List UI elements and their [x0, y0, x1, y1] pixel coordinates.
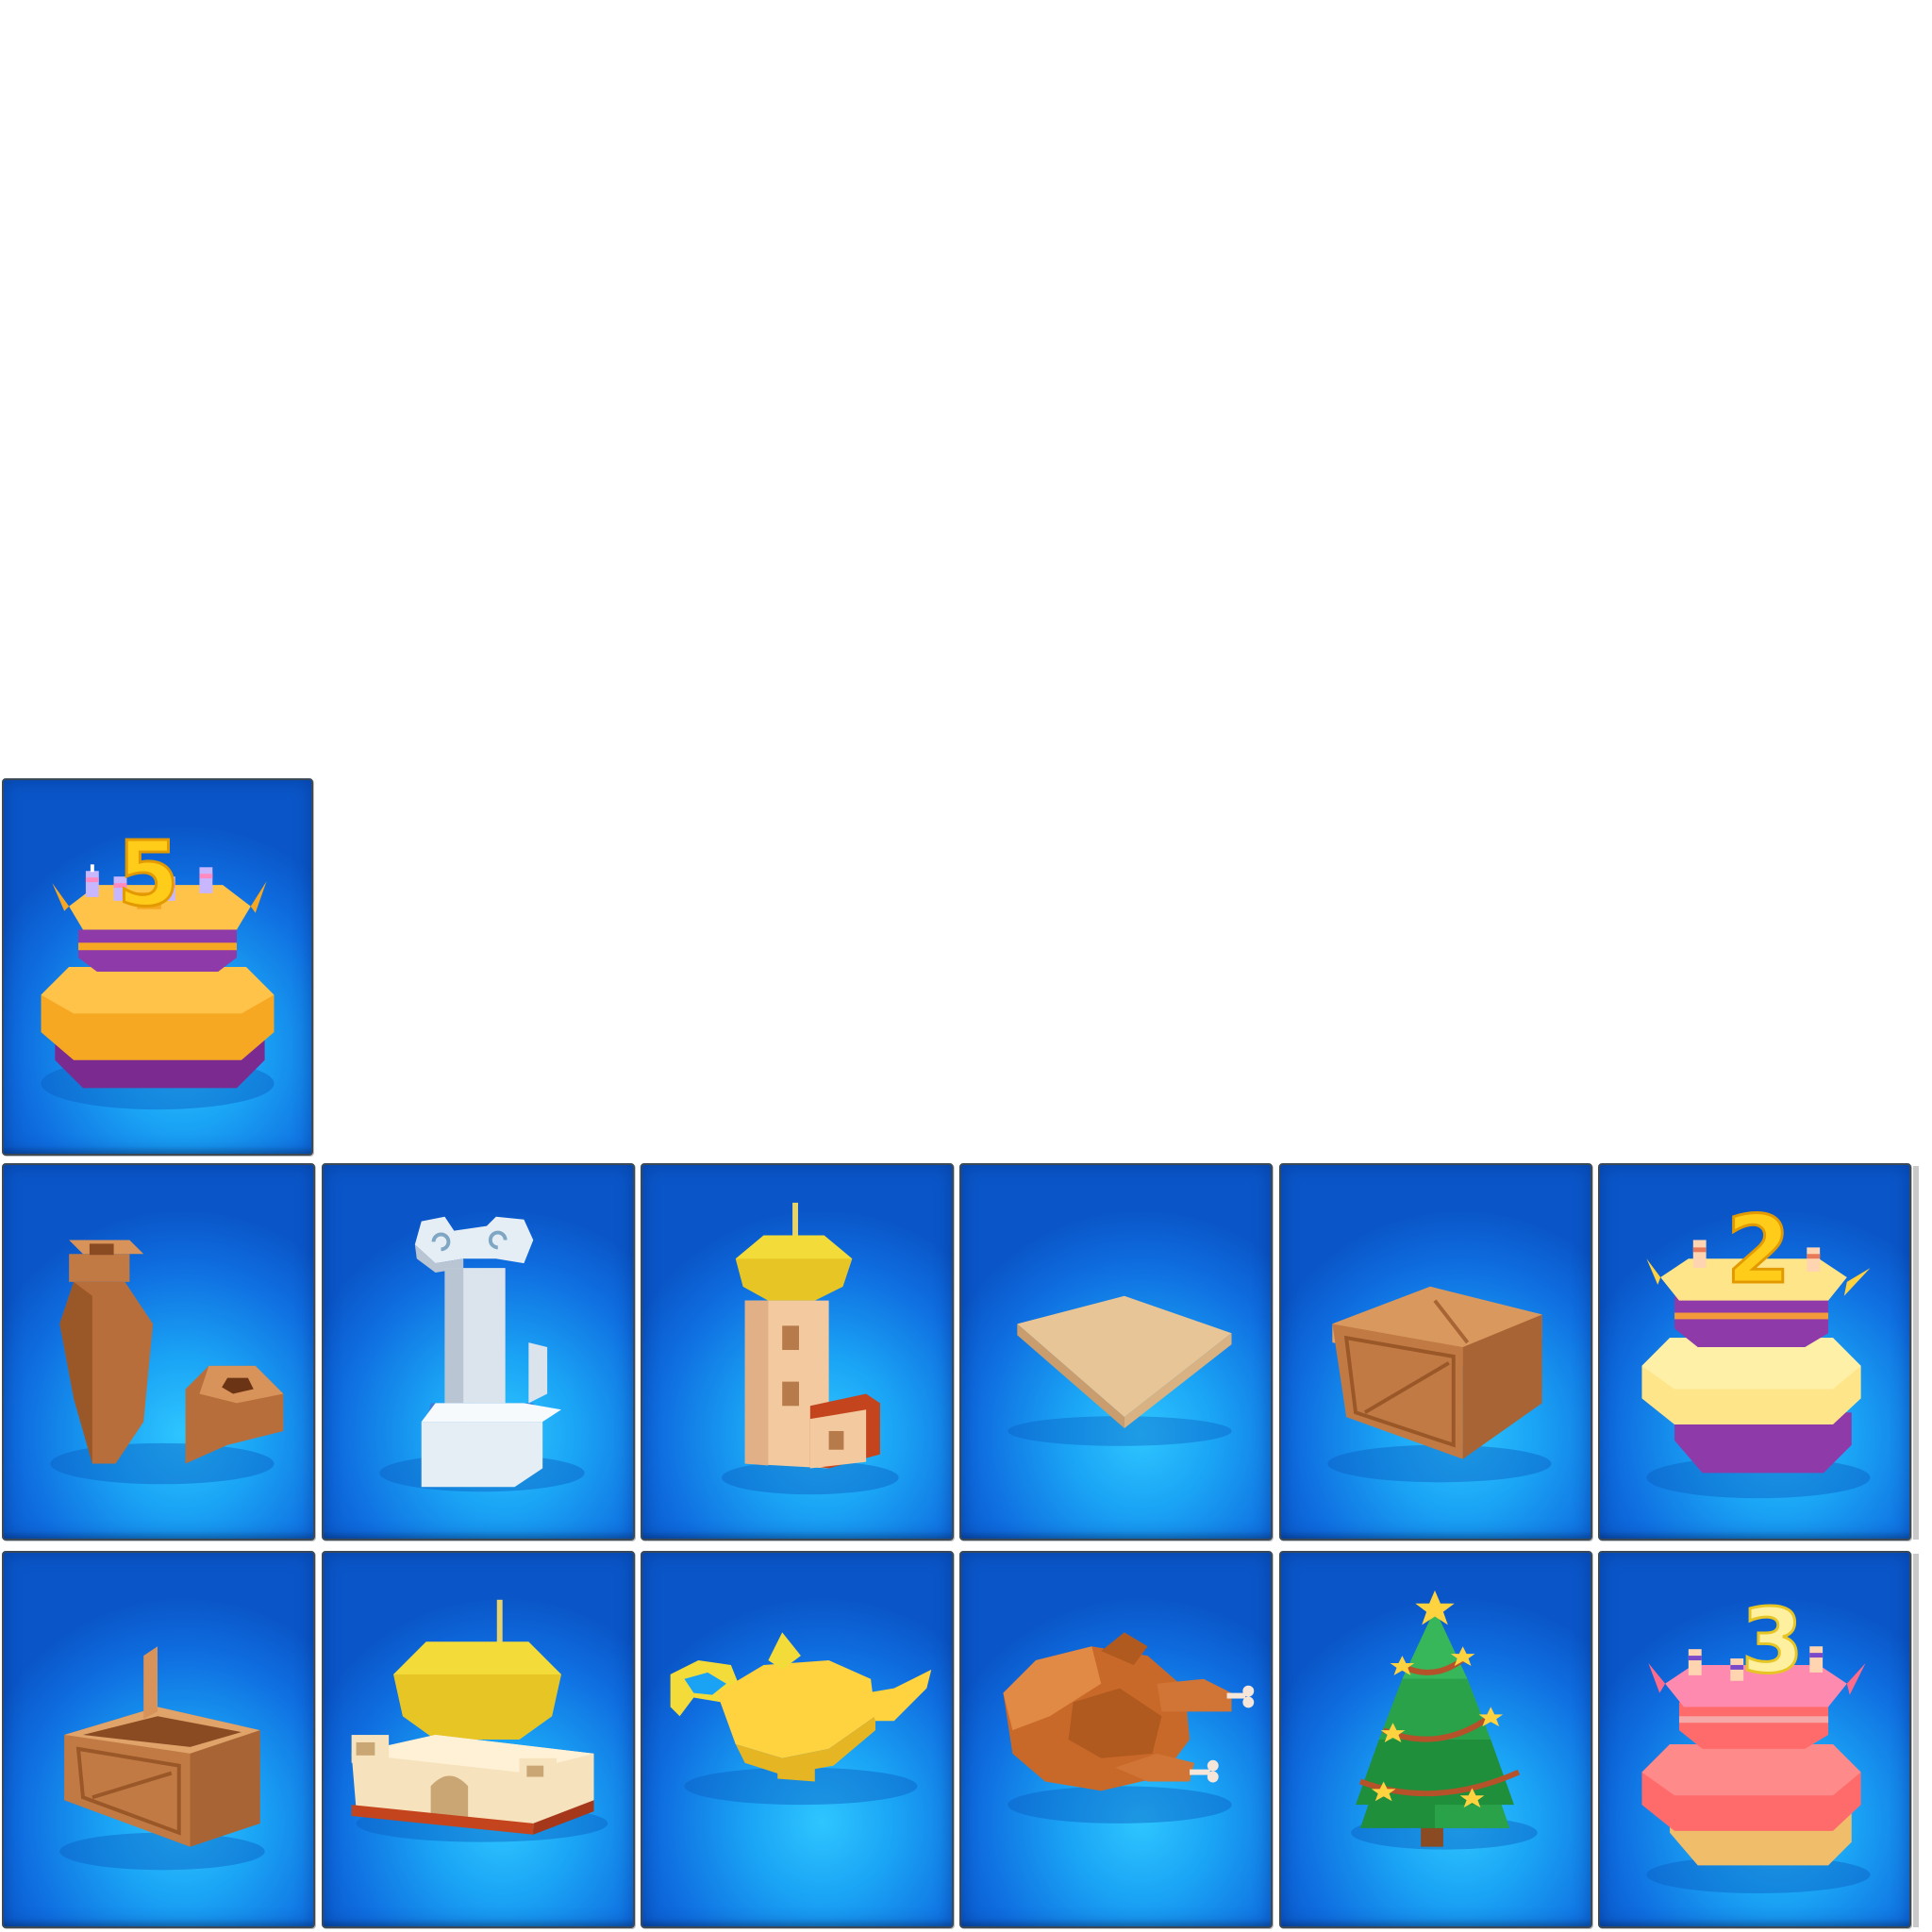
- birthday-cake-5-icon: 5: [41, 821, 275, 1110]
- candle-icon: [85, 864, 99, 897]
- christmas-tree-icon: [1351, 1590, 1538, 1850]
- clay-vase-and-pot-icon: [50, 1240, 284, 1485]
- wooden-crate-icon: [1327, 1286, 1552, 1483]
- magic-lamp-icon: [670, 1632, 932, 1806]
- birthday-cake-2-icon: 2: [1641, 1194, 1871, 1499]
- golden-dome-palace-icon: [351, 1599, 608, 1842]
- birthday-cake-3-icon: 3: [1641, 1588, 1871, 1894]
- card-birthday-cake-5[interactable]: 5: [2, 778, 313, 1156]
- roast-turkey-icon: [1003, 1632, 1255, 1824]
- cake-number: 3: [1741, 1590, 1804, 1693]
- card-marble-column[interactable]: [322, 1163, 635, 1541]
- edge-shadow: [1913, 1554, 1919, 1927]
- card-stone-slab[interactable]: [959, 1163, 1273, 1541]
- marble-column-icon: [379, 1216, 585, 1492]
- card-roast-turkey[interactable]: [959, 1551, 1273, 1928]
- card-clay-vase[interactable]: [2, 1163, 315, 1541]
- minaret-tower-icon: [721, 1202, 899, 1495]
- cake-number: 5: [117, 823, 179, 926]
- card-magic-lamp[interactable]: [641, 1551, 954, 1928]
- flat-stone-slab-icon: [1008, 1295, 1232, 1446]
- open-wooden-crate-icon: [59, 1646, 265, 1871]
- card-golden-palace[interactable]: [322, 1551, 635, 1928]
- card-birthday-cake-2[interactable]: 2: [1598, 1163, 1911, 1541]
- card-christmas-tree[interactable]: [1279, 1551, 1592, 1928]
- cake-number: 2: [1726, 1196, 1791, 1305]
- card-birthday-cake-3[interactable]: 3: [1598, 1551, 1911, 1928]
- card-minaret-tower[interactable]: [641, 1163, 954, 1541]
- card-open-crate[interactable]: [2, 1551, 315, 1928]
- card-wooden-crate[interactable]: [1279, 1163, 1592, 1541]
- edge-shadow: [1913, 1166, 1919, 1540]
